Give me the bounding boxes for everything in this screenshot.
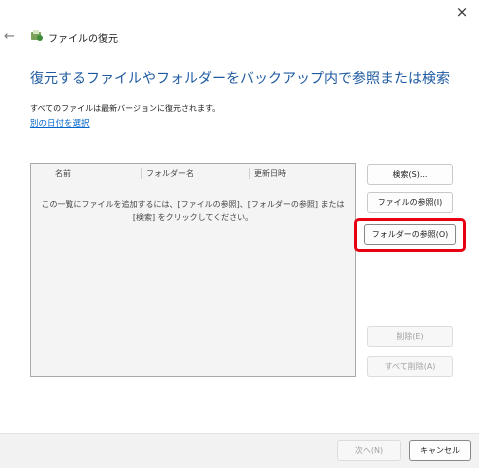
info-text: すべてのファイルは最新バージョンに復元されます。 [30, 104, 221, 113]
next-button[interactable]: 次へ(N) [337, 440, 401, 461]
close-button[interactable]: × [453, 3, 471, 21]
delete-button[interactable]: 削除(E) [367, 326, 453, 347]
choose-date-link[interactable]: 別の日付を選択 [30, 117, 90, 129]
column-header-modified[interactable]: 更新日時 [249, 168, 355, 179]
browse-files-button[interactable]: ファイルの参照(I) [367, 192, 453, 213]
column-header-name[interactable]: 名前 [51, 168, 141, 179]
footer-bar [0, 433, 479, 468]
file-list[interactable]: 名前 フォルダー名 更新日時 この一覧にファイルを追加するには、[ファイルの参照… [30, 163, 356, 377]
file-recovery-icon [31, 30, 43, 41]
browse-folders-button[interactable]: フォルダーの参照(O) [364, 224, 456, 245]
restore-files-window: × ← ファイルの復元 復元するファイルやフォルダーをバックアップ内で参照または… [0, 0, 479, 468]
empty-list-message: この一覧にファイルを追加するには、[ファイルの参照]、[フォルダーの参照] また… [41, 200, 345, 222]
page-heading: 復元するファイルやフォルダーをバックアップ内で参照または検索 [30, 71, 450, 87]
column-header-folder[interactable]: フォルダー名 [141, 168, 249, 179]
search-button[interactable]: 検索(S)... [367, 164, 453, 185]
delete-all-button[interactable]: すべて削除(A) [367, 356, 453, 377]
list-header: 名前 フォルダー名 更新日時 [31, 168, 355, 182]
back-button[interactable]: ← [4, 29, 15, 44]
cancel-button[interactable]: キャンセル [409, 440, 471, 461]
window-title: ファイルの復元 [48, 34, 118, 45]
